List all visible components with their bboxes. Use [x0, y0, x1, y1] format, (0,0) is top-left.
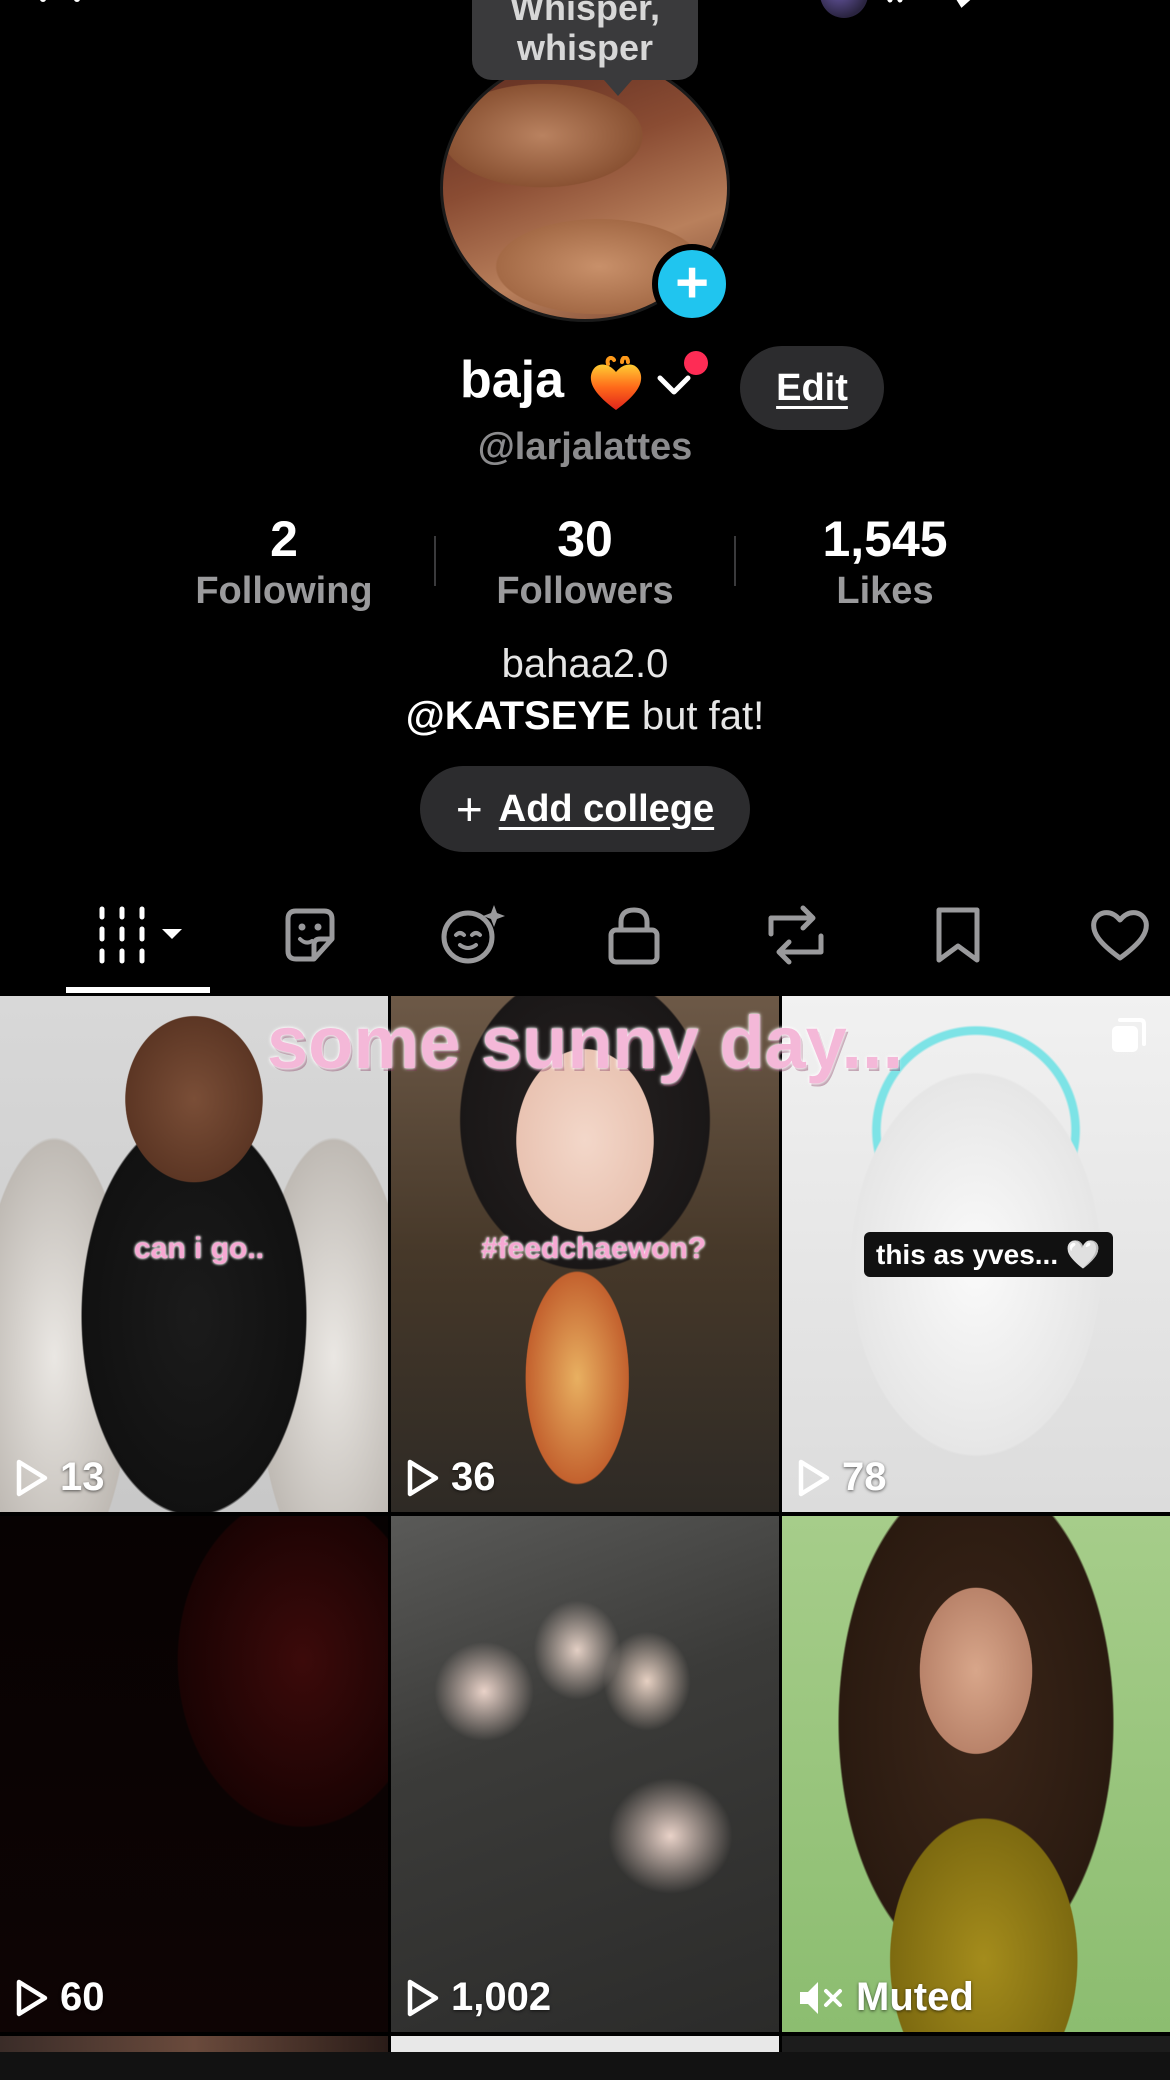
- add-college-label: Add college: [498, 787, 715, 830]
- notification-dot: [684, 351, 708, 375]
- view-count-value: 60: [60, 1975, 105, 2019]
- profile-handle: @larjalattes: [477, 426, 693, 468]
- tab-reposts[interactable]: [756, 900, 836, 970]
- bio-line-1: bahaa2.0: [501, 642, 669, 686]
- play-icon: [16, 1979, 48, 2016]
- sticker-icon: [285, 908, 335, 962]
- footprints-icon[interactable]: [880, 0, 924, 8]
- muted-label: Muted: [856, 1975, 974, 2019]
- play-icon: [798, 1459, 830, 1496]
- heart-on-fire-icon: [590, 356, 642, 410]
- bio-mention-link[interactable]: @KATSEYE: [406, 694, 631, 738]
- photo-carousel-icon: [1112, 1018, 1146, 1052]
- edit-profile-button[interactable]: Edit: [740, 346, 884, 430]
- view-count-value: 13: [60, 1455, 105, 1499]
- video-caption: can i go..: [134, 1232, 265, 1265]
- status-bar-time: [40, 0, 110, 8]
- creator-tools-icon[interactable]: [950, 0, 990, 8]
- lock-icon: [608, 907, 660, 965]
- stat-likes-value: 1,545: [822, 511, 948, 567]
- videos-grid-icon: [99, 906, 182, 964]
- stat-followers-value: 30: [557, 511, 613, 567]
- tooltip-tail: [604, 80, 632, 96]
- play-icon: [407, 1459, 439, 1496]
- speaker-muted-icon: [800, 1981, 842, 2014]
- add-story-plus-icon[interactable]: +: [652, 244, 732, 324]
- muted-indicator[interactable]: Muted: [796, 1975, 974, 2020]
- view-count: 78: [796, 1455, 887, 1500]
- view-count: 13: [14, 1455, 105, 1500]
- ai-face-icon: [441, 905, 505, 964]
- view-count-value: 78: [842, 1455, 887, 1499]
- tab-ai-self[interactable]: [432, 900, 512, 970]
- stat-followers[interactable]: 30 Followers: [435, 510, 735, 614]
- profile-name: baja: [460, 351, 565, 409]
- stat-likes[interactable]: 1,545 Likes: [735, 510, 1035, 614]
- heart-icon: [1091, 910, 1149, 961]
- video-caption: #feedchaewon?: [481, 1232, 707, 1265]
- add-college-button[interactable]: + Add college: [420, 766, 750, 852]
- tooltip-line-1: Whisper,: [509, 0, 661, 28]
- stat-following-label: Following: [195, 570, 373, 612]
- active-tab-indicator: [66, 987, 210, 993]
- tab-favorites[interactable]: [918, 900, 998, 970]
- view-count: 60: [14, 1975, 105, 2020]
- video-thumbnail-4[interactable]: 60: [0, 1516, 388, 2032]
- tab-stickers[interactable]: [270, 900, 350, 970]
- stat-following[interactable]: 2 Following: [134, 510, 434, 614]
- view-count: 1,002: [405, 1975, 551, 2020]
- bookmark-icon: [936, 907, 980, 963]
- video-thumbnail-5[interactable]: 1,002: [391, 1516, 779, 2032]
- plus-icon: +: [455, 783, 483, 835]
- video-thumbnail-6[interactable]: Muted: [782, 1516, 1170, 2032]
- account-switch-chevron-icon[interactable]: [654, 370, 694, 400]
- tab-private[interactable]: [594, 900, 674, 970]
- repost-icon: [768, 905, 824, 965]
- tooltip-line-2: whisper: [516, 27, 654, 68]
- view-count: 36: [405, 1455, 496, 1500]
- account-switch-avatar[interactable]: [820, 0, 868, 18]
- stat-followers-label: Followers: [496, 570, 674, 612]
- view-count-value: 36: [451, 1455, 496, 1499]
- video-caption: this as yves... 🤍: [864, 1232, 1113, 1277]
- play-icon: [16, 1459, 48, 1496]
- stat-following-value: 2: [270, 511, 298, 567]
- pinned-video-title: some sunny day...: [266, 1001, 904, 1084]
- whisper-tooltip: Whisper, whisper: [472, 0, 698, 80]
- view-count-value: 1,002: [451, 1975, 552, 2019]
- stat-likes-label: Likes: [836, 570, 934, 612]
- bio-line-2: @KATSEYE but fat!: [0, 694, 1170, 739]
- bottom-navigation-bar: [0, 2052, 1170, 2080]
- play-icon: [407, 1979, 439, 2016]
- tab-liked[interactable]: [1080, 900, 1160, 970]
- tab-videos[interactable]: [90, 900, 190, 970]
- bio-text: but fat!: [630, 694, 765, 738]
